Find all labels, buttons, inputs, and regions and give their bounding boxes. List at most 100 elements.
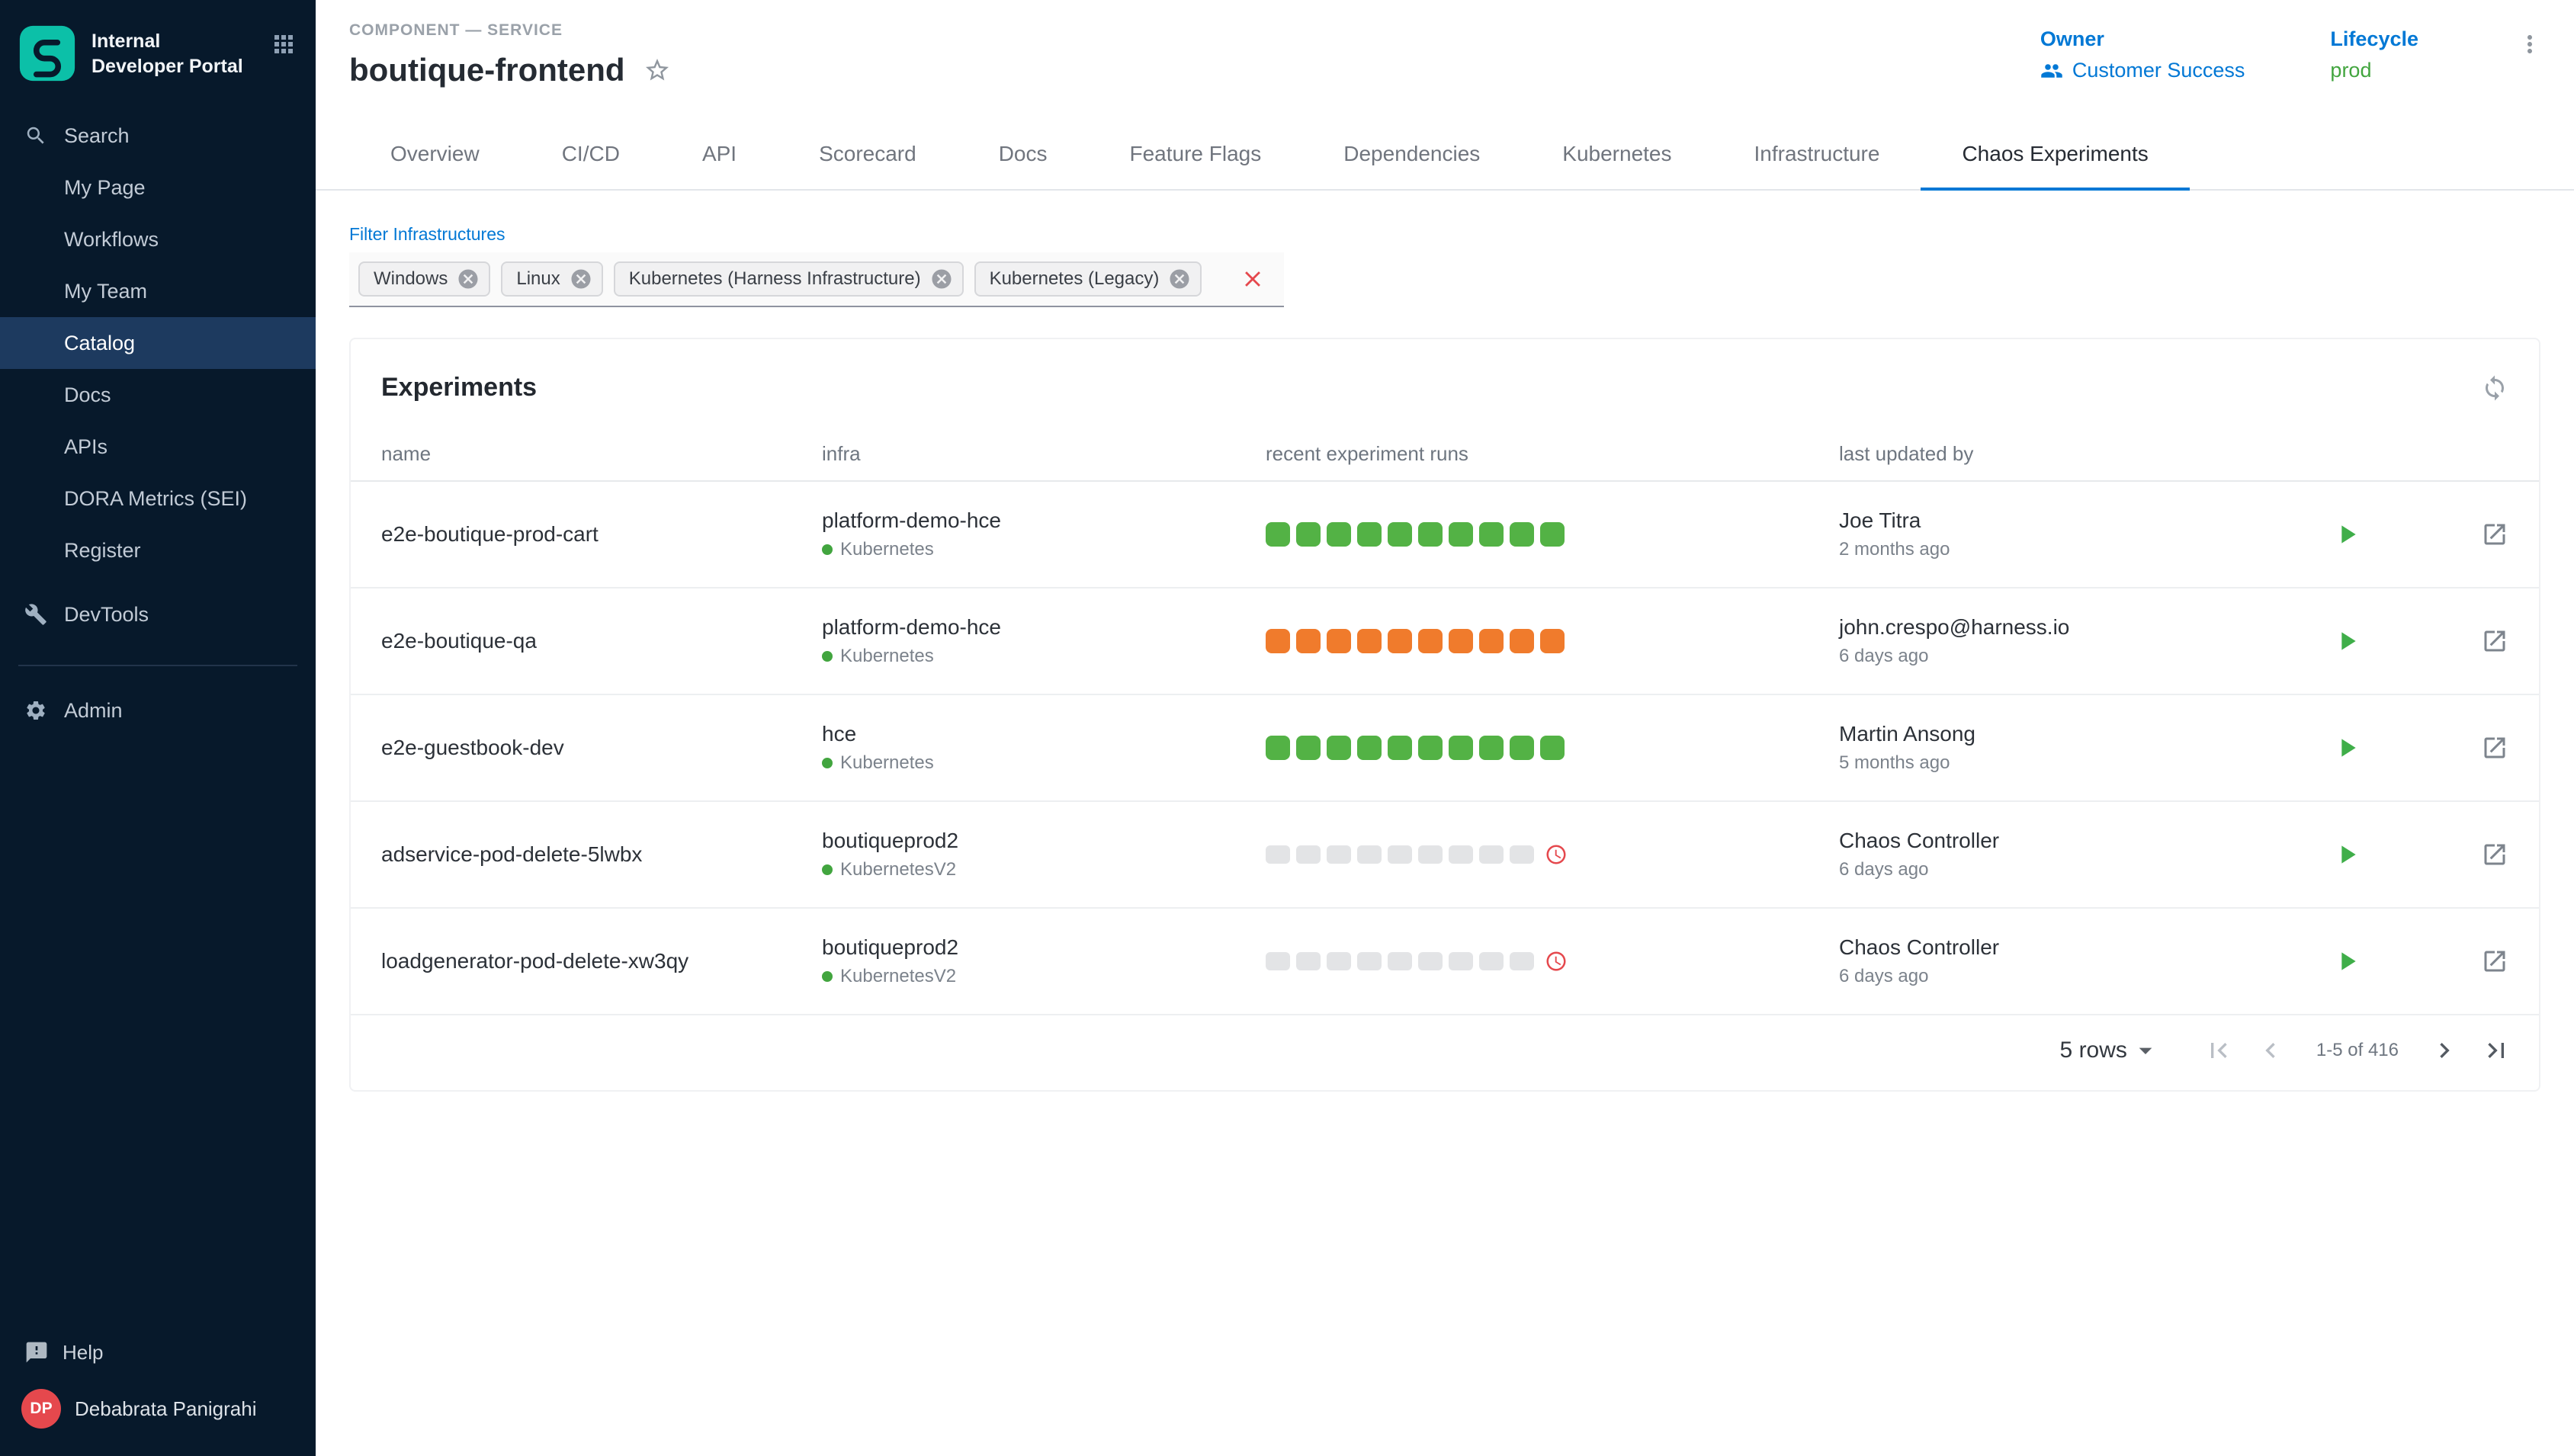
run-experiment-button[interactable] <box>2332 519 2362 550</box>
run-status-square[interactable] <box>1357 845 1382 864</box>
run-status-square[interactable] <box>1510 629 1534 653</box>
previous-page-button[interactable] <box>2255 1035 2286 1066</box>
run-status-square[interactable] <box>1388 845 1412 864</box>
favorite-star-icon[interactable] <box>644 56 671 84</box>
run-status-square[interactable] <box>1296 629 1321 653</box>
run-status-square[interactable] <box>1388 522 1412 547</box>
sidebar-item-workflows[interactable]: Workflows <box>0 213 316 265</box>
filter-chip-windows[interactable]: Windows <box>358 261 490 297</box>
chip-remove-icon[interactable] <box>570 268 592 290</box>
sidebar-item-register[interactable]: Register <box>0 524 316 576</box>
help-button[interactable]: Help <box>18 1340 297 1365</box>
filter-chip-kubernetes-harness-infrastructure[interactable]: Kubernetes (Harness Infrastructure) <box>614 261 964 297</box>
run-status-square[interactable] <box>1479 952 1504 970</box>
run-status-square[interactable] <box>1540 629 1565 653</box>
run-status-square[interactable] <box>1296 522 1321 547</box>
sidebar-item-docs[interactable]: Docs <box>0 369 316 421</box>
user-profile[interactable]: DP Debabrata Panigrahi <box>18 1389 297 1429</box>
run-status-square[interactable] <box>1449 629 1473 653</box>
run-status-square[interactable] <box>1449 845 1473 864</box>
harness-logo-icon[interactable] <box>18 24 76 82</box>
run-status-square[interactable] <box>1418 952 1443 970</box>
sidebar-item-search[interactable]: Search <box>0 110 316 162</box>
run-status-square[interactable] <box>1266 952 1290 970</box>
next-page-button[interactable] <box>2429 1035 2460 1066</box>
run-status-square[interactable] <box>1388 736 1412 760</box>
run-status-square[interactable] <box>1327 629 1351 653</box>
run-status-square[interactable] <box>1479 845 1504 864</box>
run-status-square[interactable] <box>1266 845 1290 864</box>
open-experiment-button[interactable] <box>2481 734 2508 762</box>
run-status-square[interactable] <box>1327 736 1351 760</box>
run-status-square[interactable] <box>1388 952 1412 970</box>
tab-infrastructure[interactable]: Infrastructure <box>1713 122 1921 189</box>
sidebar-item-apis[interactable]: APIs <box>0 421 316 473</box>
run-status-square[interactable] <box>1418 522 1443 547</box>
chip-remove-icon[interactable] <box>457 268 480 290</box>
run-status-square[interactable] <box>1357 736 1382 760</box>
run-status-square[interactable] <box>1510 736 1534 760</box>
clear-filters-button[interactable] <box>1240 266 1266 292</box>
tab-overview[interactable]: Overview <box>349 122 521 189</box>
run-status-square[interactable] <box>1357 952 1382 970</box>
run-status-square[interactable] <box>1296 736 1321 760</box>
run-status-square[interactable] <box>1479 736 1504 760</box>
filter-chip-kubernetes-legacy[interactable]: Kubernetes (Legacy) <box>974 261 1202 297</box>
run-experiment-button[interactable] <box>2332 733 2362 763</box>
tab-scorecard[interactable]: Scorecard <box>778 122 958 189</box>
sidebar-item-admin[interactable]: Admin <box>0 685 316 736</box>
run-status-square[interactable] <box>1327 845 1351 864</box>
tab-chaos-experiments[interactable]: Chaos Experiments <box>1921 122 2189 191</box>
open-experiment-button[interactable] <box>2481 948 2508 975</box>
run-status-square[interactable] <box>1388 629 1412 653</box>
filter-label[interactable]: Filter Infrastructures <box>349 224 2540 245</box>
run-experiment-button[interactable] <box>2332 839 2362 870</box>
run-status-square[interactable] <box>1449 952 1473 970</box>
sidebar-item-dora-metrics-sei[interactable]: DORA Metrics (SEI) <box>0 473 316 524</box>
tab-kubernetes[interactable]: Kubernetes <box>1521 122 1712 189</box>
run-status-square[interactable] <box>1418 629 1443 653</box>
owner-label[interactable]: Owner <box>2040 27 2245 51</box>
chip-remove-icon[interactable] <box>930 268 953 290</box>
rows-per-page-select[interactable]: 5 rows <box>2060 1035 2161 1066</box>
run-status-square[interactable] <box>1510 952 1534 970</box>
sidebar-item-my-team[interactable]: My Team <box>0 265 316 317</box>
tab-ci-cd[interactable]: CI/CD <box>521 122 661 189</box>
run-status-square[interactable] <box>1510 845 1534 864</box>
open-experiment-button[interactable] <box>2481 521 2508 548</box>
last-page-button[interactable] <box>2481 1035 2511 1066</box>
run-status-square[interactable] <box>1418 845 1443 864</box>
run-status-square[interactable] <box>1510 522 1534 547</box>
owner-value[interactable]: Customer Success <box>2072 59 2245 82</box>
run-experiment-button[interactable] <box>2332 946 2362 977</box>
run-status-square[interactable] <box>1479 629 1504 653</box>
run-status-square[interactable] <box>1449 522 1473 547</box>
run-status-square[interactable] <box>1266 522 1290 547</box>
lifecycle-label[interactable]: Lifecycle <box>2330 27 2418 51</box>
run-status-square[interactable] <box>1296 845 1321 864</box>
open-experiment-button[interactable] <box>2481 627 2508 655</box>
kebab-menu-icon[interactable] <box>2516 30 2544 58</box>
tab-api[interactable]: API <box>661 122 778 189</box>
open-experiment-button[interactable] <box>2481 841 2508 868</box>
sidebar-item-my-page[interactable]: My Page <box>0 162 316 213</box>
run-status-square[interactable] <box>1479 522 1504 547</box>
run-status-square[interactable] <box>1418 736 1443 760</box>
run-experiment-button[interactable] <box>2332 626 2362 656</box>
run-status-square[interactable] <box>1266 629 1290 653</box>
apps-grid-icon[interactable] <box>270 30 297 58</box>
sidebar-item-devtools[interactable]: DevTools <box>0 588 316 640</box>
tab-dependencies[interactable]: Dependencies <box>1302 122 1521 189</box>
run-status-square[interactable] <box>1357 629 1382 653</box>
run-status-square[interactable] <box>1296 952 1321 970</box>
filter-chip-linux[interactable]: Linux <box>501 261 602 297</box>
run-status-square[interactable] <box>1540 522 1565 547</box>
tab-feature-flags[interactable]: Feature Flags <box>1089 122 1303 189</box>
sidebar-item-catalog[interactable]: Catalog <box>0 317 316 369</box>
run-status-square[interactable] <box>1327 952 1351 970</box>
run-status-square[interactable] <box>1266 736 1290 760</box>
first-page-button[interactable] <box>2203 1035 2234 1066</box>
refresh-icon[interactable] <box>2481 374 2508 402</box>
chip-remove-icon[interactable] <box>1168 268 1191 290</box>
run-status-square[interactable] <box>1357 522 1382 547</box>
